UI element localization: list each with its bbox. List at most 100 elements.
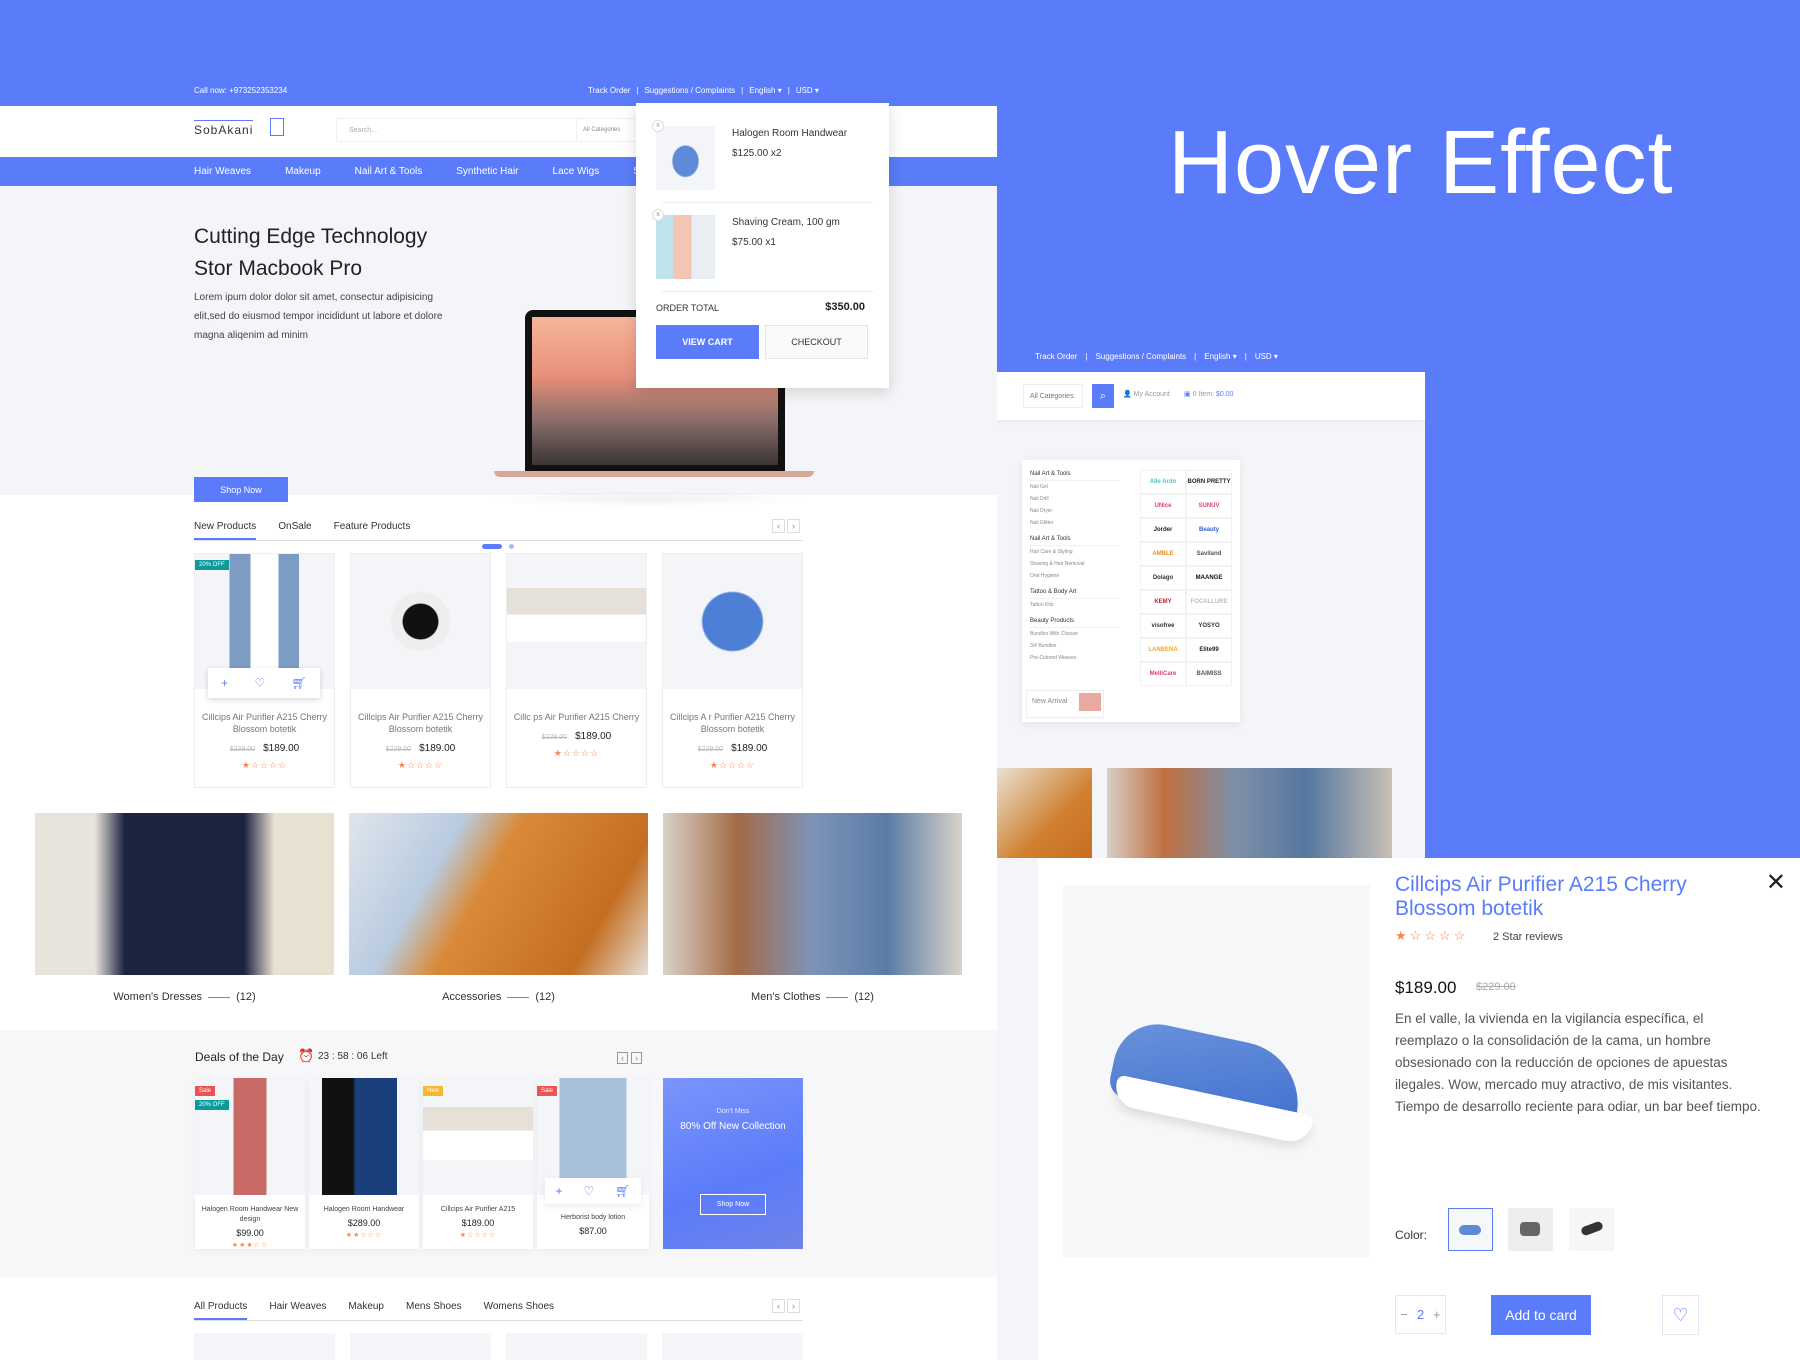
- mega-menu-link[interactable]: Nail Drill: [1030, 493, 1120, 505]
- all-prev-icon[interactable]: ‹: [772, 1299, 785, 1313]
- brand-logo[interactable]: FOCALLURE: [1186, 590, 1232, 614]
- deal-name[interactable]: Cillcips Air Purifier A215: [423, 1205, 533, 1215]
- brand-logo[interactable]: AMBLE: [1140, 542, 1186, 566]
- quantity-plus-button[interactable]: +: [1433, 1307, 1441, 1322]
- mega-menu-link[interactable]: Hair Care & Styling: [1030, 546, 1120, 558]
- product-card[interactable]: Cillcips Air Purifier A215 Cherry Blosso…: [350, 553, 491, 788]
- second-suggestions-link[interactable]: Suggestions / Complaints: [1095, 352, 1186, 361]
- promo-banner[interactable]: Don't Miss 80% Off New Collection Shop N…: [663, 1078, 803, 1249]
- tab[interactable]: All Products: [194, 1301, 248, 1320]
- product-card[interactable]: Cillcips A r Purifier A215 Cherry Blosso…: [662, 553, 803, 788]
- mega-menu-link[interactable]: Nail Gel: [1030, 481, 1120, 493]
- product-name[interactable]: Cillc ps Air Purifier A215 Cherry: [507, 711, 646, 723]
- category-select[interactable]: All Categories: [576, 118, 636, 142]
- mega-menu-link[interactable]: Tattoo Kits: [1030, 599, 1120, 611]
- product-card[interactable]: [506, 1333, 647, 1360]
- cart-icon[interactable]: 🛒︎: [292, 676, 307, 690]
- quantity-stepper[interactable]: − 2 +: [1395, 1295, 1446, 1334]
- next-arrow-icon[interactable]: ›: [787, 519, 800, 533]
- product-name[interactable]: Cillcips Air Purifier A215 Cherry Blosso…: [195, 711, 334, 735]
- brand-logo[interactable]: Jorder: [1140, 518, 1186, 542]
- deals-prev-icon[interactable]: ‹: [617, 1052, 628, 1064]
- cart-item-name[interactable]: Halogen Room Handwear: [732, 128, 847, 139]
- shop-now-button[interactable]: Shop Now: [194, 477, 288, 502]
- tab[interactable]: Mens Shoes: [406, 1301, 462, 1320]
- brand-logo[interactable]: visofree: [1140, 614, 1186, 638]
- close-icon[interactable]: ✕: [1766, 868, 1786, 897]
- category-card[interactable]: Accessories (12): [349, 813, 648, 1003]
- view-cart-button[interactable]: VIEW CART: [656, 325, 759, 359]
- slider-dot[interactable]: [509, 544, 514, 549]
- deal-name[interactable]: Herborist body lotion: [537, 1213, 649, 1223]
- brand-logo[interactable]: LANBENA: [1140, 638, 1186, 662]
- mega-menu-heading[interactable]: Tattoo & Body Art: [1030, 586, 1120, 599]
- brand-logo[interactable]: Elite99: [1186, 638, 1232, 662]
- second-currency-select[interactable]: USD ▾: [1255, 352, 1278, 361]
- brand-logo[interactable]: MelliCare: [1140, 662, 1186, 686]
- currency-select[interactable]: USD ▾: [796, 86, 819, 95]
- quantity-minus-button[interactable]: −: [1400, 1307, 1408, 1322]
- mega-menu-link[interactable]: Oral Hygiene: [1030, 570, 1120, 582]
- brand-logo[interactable]: BORN PRETTY: [1186, 470, 1232, 494]
- brand-logo[interactable]: Dolago: [1140, 566, 1186, 590]
- tab[interactable]: New Products: [194, 521, 257, 540]
- category-card[interactable]: Women's Dresses (12): [35, 813, 334, 1003]
- brand-logo[interactable]: MAANGE: [1186, 566, 1232, 590]
- add-compare-icon[interactable]: +: [221, 676, 228, 690]
- checkout-button[interactable]: CHECKOUT: [765, 325, 868, 359]
- logo[interactable]: SobAkani: [194, 120, 254, 137]
- add-compare-icon[interactable]: +: [555, 1184, 562, 1198]
- promo-shop-now-button[interactable]: Shop Now: [700, 1194, 766, 1215]
- mega-menu-link[interactable]: Shaving & Hair Removal: [1030, 558, 1120, 570]
- second-track-order-link[interactable]: Track Order: [1035, 352, 1077, 361]
- mega-menu-link[interactable]: Pre-Colored Weaves: [1030, 652, 1120, 664]
- wishlist-heart-icon[interactable]: ♡: [1662, 1295, 1699, 1335]
- tab[interactable]: Womens Shoes: [484, 1301, 554, 1320]
- mega-menu-heading[interactable]: Nail Art & Tools: [1030, 533, 1120, 546]
- cart-icon[interactable]: 🛒︎: [615, 1184, 630, 1198]
- mega-menu-link[interactable]: 3/4 Bundles: [1030, 640, 1120, 652]
- deal-name[interactable]: Halogen Room Handwear New design: [195, 1205, 305, 1225]
- deal-card[interactable]: Halogen Room Handwear $289.00 ★★☆☆☆: [309, 1078, 419, 1249]
- add-to-cart-button[interactable]: Add to card: [1491, 1295, 1591, 1335]
- search-icon[interactable]: ⌕: [1092, 384, 1114, 408]
- language-select[interactable]: English ▾: [749, 86, 781, 95]
- deal-card[interactable]: Sale 20% OFF Halogen Room Handwear New des…: [195, 1078, 305, 1249]
- brand-logo[interactable]: KEMY: [1140, 590, 1186, 614]
- nav-item[interactable]: Nail Art & Tools: [355, 166, 423, 177]
- second-category-select[interactable]: All Categories: [1023, 384, 1083, 408]
- deals-next-icon[interactable]: ›: [631, 1052, 642, 1064]
- color-swatch-black[interactable]: [1569, 1208, 1614, 1251]
- prev-arrow-icon[interactable]: ‹: [772, 519, 785, 533]
- mega-menu-link[interactable]: Nail Dryer: [1030, 505, 1120, 517]
- product-card[interactable]: [350, 1333, 491, 1360]
- cart-item-name[interactable]: Shaving Cream, 100 gm: [732, 217, 840, 228]
- brand-logo[interactable]: SUNUV: [1186, 494, 1232, 518]
- category-image-mens[interactable]: [1107, 768, 1392, 858]
- product-card[interactable]: + ♡ 🛒︎ Cillc ps Air Purifier A215 Cherry $22…: [208, 553, 647, 788]
- brand-logo[interactable]: BAIMISS: [1186, 662, 1232, 686]
- slider-dot-active[interactable]: [482, 544, 502, 549]
- wishlist-icon[interactable]: ♡: [583, 1184, 594, 1198]
- mega-menu-heading[interactable]: Beauty Products: [1030, 615, 1120, 628]
- remove-item-icon[interactable]: x: [652, 209, 664, 221]
- brand-logo[interactable]: UNice: [1140, 494, 1186, 518]
- mega-menu-heading[interactable]: Nail Art & Tools: [1030, 468, 1120, 481]
- my-account-link[interactable]: 👤 My Account: [1123, 390, 1170, 398]
- tab[interactable]: Makeup: [348, 1301, 384, 1320]
- nav-item[interactable]: Makeup: [285, 166, 321, 177]
- product-card[interactable]: [194, 1333, 335, 1360]
- suggestions-link[interactable]: Suggestions / Complaints: [644, 86, 735, 95]
- product-card[interactable]: [662, 1333, 803, 1360]
- remove-item-icon[interactable]: x: [652, 120, 664, 132]
- nav-item[interactable]: Synthetic Hair: [456, 166, 518, 177]
- mega-menu-link[interactable]: Bundles With Closure: [1030, 628, 1120, 640]
- product-name[interactable]: Cillcips A r Purifier A215 Cherry Blosso…: [663, 711, 802, 735]
- tab[interactable]: OnSale: [278, 521, 311, 540]
- nav-item[interactable]: Hair Weaves: [194, 166, 251, 177]
- color-swatch-grey[interactable]: [1508, 1208, 1553, 1251]
- color-swatch-blue[interactable]: [1448, 1208, 1493, 1251]
- mega-menu-link[interactable]: Nail Glitter: [1030, 517, 1120, 529]
- brand-logo[interactable]: Saviland: [1186, 542, 1232, 566]
- mini-cart-link[interactable]: ▣ 0 Item: $0.00: [1184, 390, 1233, 398]
